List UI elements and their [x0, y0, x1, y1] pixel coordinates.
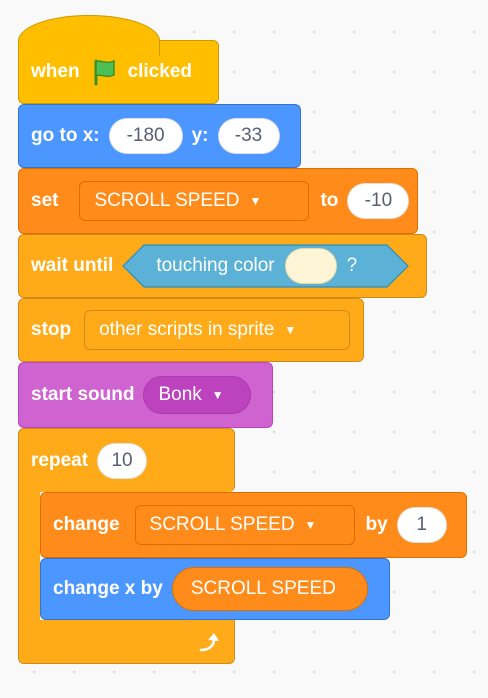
- question-mark-label: ?: [346, 255, 358, 276]
- by-label: by: [365, 514, 388, 535]
- change-variable-block[interactable]: change SCROLL SPEED ▼ by 1: [40, 492, 467, 558]
- stop-label: stop: [31, 319, 72, 340]
- go-to-xy-block[interactable]: go to x: -180 y: -33: [18, 104, 301, 168]
- go-to-x-label: go to x:: [31, 125, 100, 146]
- green-flag-icon: [89, 57, 119, 87]
- change-x-label: change x by: [53, 578, 163, 599]
- wait-until-block[interactable]: wait until touching color ?: [18, 234, 427, 298]
- chevron-down-icon: ▼: [304, 518, 317, 532]
- y-label: y:: [191, 125, 209, 146]
- clicked-label: clicked: [127, 61, 192, 82]
- variable-name: SCROLL SPEED: [149, 514, 295, 535]
- chevron-down-icon: ▼: [211, 388, 224, 402]
- wait-until-label: wait until: [31, 255, 114, 276]
- variable-dropdown[interactable]: SCROLL SPEED ▼: [79, 181, 310, 221]
- to-label: to: [320, 190, 339, 211]
- stop-option: other scripts in sprite: [99, 319, 275, 340]
- stop-option-dropdown[interactable]: other scripts in sprite ▼: [84, 310, 351, 350]
- repeat-block-arm: [18, 491, 40, 620]
- touching-color-label: touching color: [156, 255, 275, 276]
- start-sound-label: start sound: [31, 384, 135, 405]
- touching-color-condition[interactable]: touching color ?: [122, 244, 410, 288]
- when-flag-clicked-block[interactable]: when clicked: [18, 15, 219, 104]
- repeat-count-input[interactable]: 10: [97, 442, 148, 479]
- sound-name: Bonk: [158, 384, 202, 405]
- stop-block[interactable]: stop other scripts in sprite ▼: [18, 298, 364, 362]
- x-input[interactable]: -180: [108, 118, 183, 154]
- variable-dropdown[interactable]: SCROLL SPEED ▼: [134, 505, 355, 545]
- color-swatch[interactable]: [284, 248, 337, 284]
- chevron-down-icon: ▼: [284, 323, 297, 337]
- start-sound-block[interactable]: start sound Bonk ▼: [18, 362, 273, 428]
- scroll-speed-reporter[interactable]: SCROLL SPEED: [171, 567, 368, 611]
- variable-name: SCROLL SPEED: [94, 190, 240, 211]
- set-label: set: [31, 190, 59, 211]
- repeat-arrow-icon: [196, 631, 220, 655]
- repeat-label: repeat: [31, 449, 89, 471]
- set-variable-block[interactable]: set SCROLL SPEED ▼ to -10: [18, 168, 418, 234]
- change-x-block[interactable]: change x by SCROLL SPEED: [40, 558, 390, 620]
- sound-dropdown[interactable]: Bonk ▼: [143, 376, 252, 414]
- y-input[interactable]: -33: [217, 118, 280, 154]
- change-label: change: [53, 514, 120, 535]
- set-value-input[interactable]: -10: [347, 183, 410, 219]
- chevron-down-icon: ▼: [249, 194, 262, 208]
- change-value-input[interactable]: 1: [396, 507, 447, 543]
- repeat-block[interactable]: repeat 10: [18, 428, 235, 492]
- when-label: when: [31, 61, 80, 82]
